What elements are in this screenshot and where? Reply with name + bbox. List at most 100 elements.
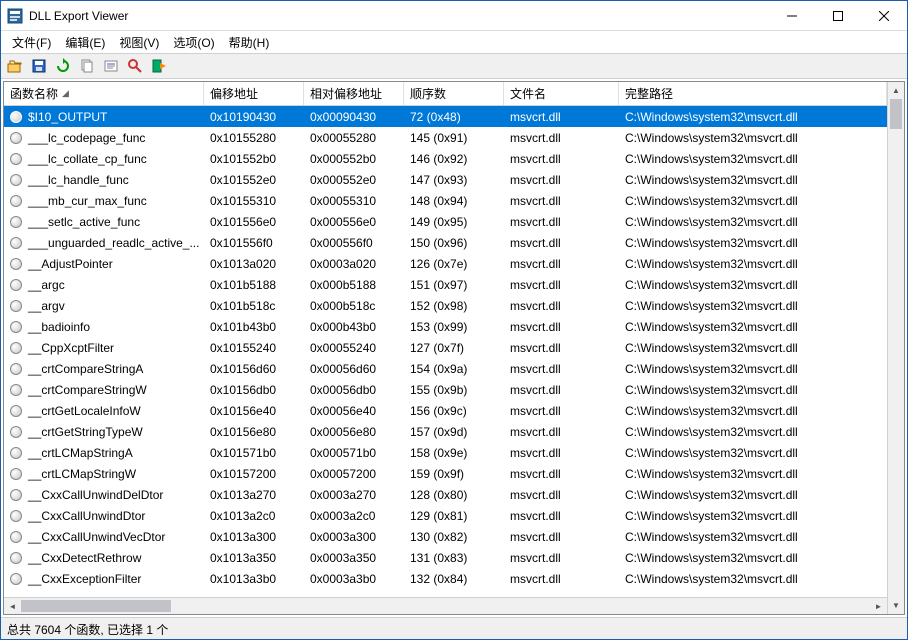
- table-row[interactable]: __crtLCMapStringW0x101572000x00057200159…: [4, 463, 887, 484]
- menu-view[interactable]: 视图(V): [112, 32, 166, 53]
- tool-find-icon[interactable]: [125, 56, 145, 76]
- hscroll-thumb[interactable]: [21, 600, 171, 612]
- cell-file: msvcrt.dll: [504, 318, 619, 336]
- table-row[interactable]: __argv0x101b518c0x000b518c152 (0x98)msvc…: [4, 295, 887, 316]
- function-icon: [10, 489, 22, 501]
- tool-exit-icon[interactable]: [149, 56, 169, 76]
- cell-rva: 0x0003a3b0: [304, 570, 404, 588]
- cell-rva: 0x0003a020: [304, 255, 404, 273]
- cell-ord: 158 (0x9e): [404, 444, 504, 462]
- table-row[interactable]: ___setlc_active_func0x101556e00x000556e0…: [4, 211, 887, 232]
- table-row[interactable]: ___lc_handle_func0x101552e00x000552e0147…: [4, 169, 887, 190]
- col-header-addr[interactable]: 偏移地址: [204, 82, 304, 105]
- table-row[interactable]: __CppXcptFilter0x101552400x00055240127 (…: [4, 337, 887, 358]
- cell-ord: 129 (0x81): [404, 507, 504, 525]
- cell-file: msvcrt.dll: [504, 444, 619, 462]
- cell-file: msvcrt.dll: [504, 234, 619, 252]
- cell-name: __CxxCallUnwindVecDtor: [28, 530, 165, 544]
- tool-refresh-icon[interactable]: [53, 56, 73, 76]
- col-header-ord[interactable]: 顺序数: [404, 82, 504, 105]
- vertical-scrollbar[interactable]: ▲ ▼: [887, 82, 904, 614]
- cell-path: C:\Windows\system32\msvcrt.dll: [619, 444, 887, 462]
- table-row[interactable]: __crtCompareStringW0x10156db00x00056db01…: [4, 379, 887, 400]
- maximize-button[interactable]: [815, 1, 861, 30]
- table-row[interactable]: __CxxDetectRethrow0x1013a3500x0003a35013…: [4, 547, 887, 568]
- table-row[interactable]: __CxxCallUnwindVecDtor0x1013a3000x0003a3…: [4, 526, 887, 547]
- minimize-button[interactable]: [769, 1, 815, 30]
- table-row[interactable]: $I10_OUTPUT0x101904300x0009043072 (0x48)…: [4, 106, 887, 127]
- cell-ord: 127 (0x7f): [404, 339, 504, 357]
- titlebar: DLL Export Viewer: [1, 1, 907, 31]
- table-row[interactable]: __AdjustPointer0x1013a0200x0003a020126 (…: [4, 253, 887, 274]
- horizontal-scrollbar[interactable]: ◄ ►: [4, 597, 887, 614]
- tool-save-icon[interactable]: [29, 56, 49, 76]
- scroll-down-icon[interactable]: ▼: [888, 597, 904, 614]
- table-row[interactable]: __crtGetStringTypeW0x10156e800x00056e801…: [4, 421, 887, 442]
- table-row[interactable]: ___lc_codepage_func0x101552800x000552801…: [4, 127, 887, 148]
- cell-ord: 150 (0x96): [404, 234, 504, 252]
- table-row[interactable]: ___unguarded_readlc_active_...0x101556f0…: [4, 232, 887, 253]
- cell-name: __CxxDetectRethrow: [28, 551, 141, 565]
- toolbar: [1, 53, 907, 79]
- table-row[interactable]: __CxxExceptionFilter0x1013a3b00x0003a3b0…: [4, 568, 887, 589]
- vscroll-thumb[interactable]: [890, 99, 902, 129]
- cell-name: __crtGetLocaleInfoW: [28, 404, 141, 418]
- table-row[interactable]: ___mb_cur_max_func0x101553100x0005531014…: [4, 190, 887, 211]
- cell-path: C:\Windows\system32\msvcrt.dll: [619, 213, 887, 231]
- cell-ord: 151 (0x97): [404, 276, 504, 294]
- cell-file: msvcrt.dll: [504, 402, 619, 420]
- table-row[interactable]: ___lc_collate_cp_func0x101552b00x000552b…: [4, 148, 887, 169]
- cell-rva: 0x000571b0: [304, 444, 404, 462]
- cell-name: __badioinfo: [28, 320, 90, 334]
- cell-addr: 0x10155310: [204, 192, 304, 210]
- cell-rva: 0x00056db0: [304, 381, 404, 399]
- menu-help[interactable]: 帮助(H): [222, 32, 277, 53]
- cell-rva: 0x0003a300: [304, 528, 404, 546]
- tool-copy-icon[interactable]: [77, 56, 97, 76]
- cell-addr: 0x1013a020: [204, 255, 304, 273]
- cell-name: ___lc_collate_cp_func: [28, 152, 147, 166]
- menu-file[interactable]: 文件(F): [5, 32, 58, 53]
- col-header-rva[interactable]: 相对偏移地址: [304, 82, 404, 105]
- scroll-right-icon[interactable]: ►: [870, 598, 887, 614]
- cell-path: C:\Windows\system32\msvcrt.dll: [619, 507, 887, 525]
- menu-options[interactable]: 选项(O): [166, 32, 221, 53]
- grid-body[interactable]: $I10_OUTPUT0x101904300x0009043072 (0x48)…: [4, 106, 887, 597]
- cell-addr: 0x101b518c: [204, 297, 304, 315]
- cell-rva: 0x00056d60: [304, 360, 404, 378]
- cell-path: C:\Windows\system32\msvcrt.dll: [619, 318, 887, 336]
- cell-rva: 0x0003a270: [304, 486, 404, 504]
- function-icon: [10, 405, 22, 417]
- cell-name: ___lc_handle_func: [28, 173, 129, 187]
- cell-name: ___unguarded_readlc_active_...: [28, 236, 199, 250]
- cell-addr: 0x1013a2c0: [204, 507, 304, 525]
- cell-name: $I10_OUTPUT: [28, 110, 107, 124]
- col-header-file[interactable]: 文件名: [504, 82, 619, 105]
- table-row[interactable]: __crtCompareStringA0x10156d600x00056d601…: [4, 358, 887, 379]
- cell-file: msvcrt.dll: [504, 549, 619, 567]
- table-row[interactable]: __argc0x101b51880x000b5188151 (0x97)msvc…: [4, 274, 887, 295]
- cell-rva: 0x00055310: [304, 192, 404, 210]
- cell-addr: 0x1013a270: [204, 486, 304, 504]
- cell-rva: 0x00056e80: [304, 423, 404, 441]
- col-header-name[interactable]: 函数名称◢: [4, 82, 204, 105]
- table-row[interactable]: __crtGetLocaleInfoW0x10156e400x00056e401…: [4, 400, 887, 421]
- tool-properties-icon[interactable]: [101, 56, 121, 76]
- cell-file: msvcrt.dll: [504, 276, 619, 294]
- col-header-path[interactable]: 完整路径: [619, 82, 887, 105]
- menu-edit[interactable]: 编辑(E): [58, 32, 112, 53]
- table-row[interactable]: __crtLCMapStringA0x101571b00x000571b0158…: [4, 442, 887, 463]
- close-button[interactable]: [861, 1, 907, 30]
- scroll-left-icon[interactable]: ◄: [4, 598, 21, 614]
- scroll-up-icon[interactable]: ▲: [888, 82, 904, 99]
- table-row[interactable]: __CxxCallUnwindDelDtor0x1013a2700x0003a2…: [4, 484, 887, 505]
- menubar: 文件(F) 编辑(E) 视图(V) 选项(O) 帮助(H): [1, 31, 907, 53]
- cell-addr: 0x10155240: [204, 339, 304, 357]
- tool-open-icon[interactable]: [5, 56, 25, 76]
- cell-addr: 0x101b43b0: [204, 318, 304, 336]
- table-row[interactable]: __CxxCallUnwindDtor0x1013a2c00x0003a2c01…: [4, 505, 887, 526]
- cell-path: C:\Windows\system32\msvcrt.dll: [619, 465, 887, 483]
- cell-file: msvcrt.dll: [504, 339, 619, 357]
- function-icon: [10, 258, 22, 270]
- table-row[interactable]: __badioinfo0x101b43b00x000b43b0153 (0x99…: [4, 316, 887, 337]
